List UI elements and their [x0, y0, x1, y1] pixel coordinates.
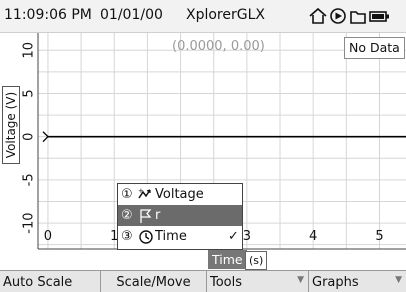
y-axis-label: Voltage (V) [4, 91, 18, 159]
scale-move-button[interactable]: Scale/Move [101, 271, 207, 292]
y-tick-label: 0 [22, 133, 37, 141]
status-icons [308, 6, 402, 30]
y-tick-label: 10 [22, 42, 37, 59]
x-axis-unit: (s) [245, 251, 268, 270]
no-data-badge: No Data [344, 37, 405, 59]
coordinate-readout: (0.0000, 0.00) [172, 39, 265, 54]
menu-item-time[interactable]: ③ Time ✓ [118, 226, 242, 247]
graphs-menu-button[interactable]: Graphs ▼ [309, 271, 406, 292]
app-title: XplorerGLX [186, 7, 265, 23]
y-tick-label: -5 [22, 173, 37, 186]
folder-icon[interactable] [350, 11, 366, 24]
home-icon[interactable] [309, 7, 327, 24]
menu-item-label: Voltage [155, 187, 204, 202]
clock-time: 11:09:06 PM [4, 7, 92, 23]
dropdown-arrow-icon: ▼ [395, 275, 402, 285]
x-tick-label: 0 [44, 229, 52, 244]
clock-date: 01/01/00 [100, 7, 163, 23]
softkey-bar: Auto Scale Scale/Move Tools ▼ Graphs ▼ [0, 270, 406, 292]
play-icon[interactable] [330, 8, 346, 24]
auto-scale-button[interactable]: Auto Scale [0, 271, 101, 292]
y-tick-label: 5 [22, 89, 37, 97]
axis-measurement-menu: ① + Voltage ② r ③ Time ✓ [117, 183, 243, 250]
softkey-label: Scale/Move [116, 275, 191, 290]
menu-item-voltage[interactable]: ① + Voltage [118, 184, 242, 205]
battery-icon [369, 11, 389, 22]
x-axis-label-button[interactable]: Time [208, 250, 247, 269]
menu-item-number: ③ [121, 229, 133, 244]
dropdown-arrow-icon: ▼ [297, 275, 304, 285]
check-mark-icon: ✓ [228, 229, 239, 244]
x-tick-label: 5 [375, 229, 383, 244]
menu-item-number: ① [121, 187, 133, 202]
x-tick-label: 4 [309, 229, 317, 244]
softkey-label: Graphs [312, 275, 359, 290]
y-axis-label-button[interactable]: Voltage (V) [2, 86, 20, 164]
softkey-label: Auto Scale [3, 275, 73, 290]
tools-menu-button[interactable]: Tools ▼ [207, 271, 309, 292]
status-bar: 11:09:06 PM 01/01/00 XplorerGLX [0, 0, 406, 33]
menu-item-r[interactable]: ② r [118, 205, 242, 226]
x-tick-label: 3 [243, 229, 251, 244]
menu-item-number: ② [121, 208, 133, 223]
y-tick-label: -10 [22, 212, 37, 233]
svg-text:+: + [138, 187, 144, 195]
menu-item-label: r [155, 208, 161, 223]
softkey-label: Tools [210, 275, 243, 290]
menu-item-label: Time [155, 229, 187, 244]
